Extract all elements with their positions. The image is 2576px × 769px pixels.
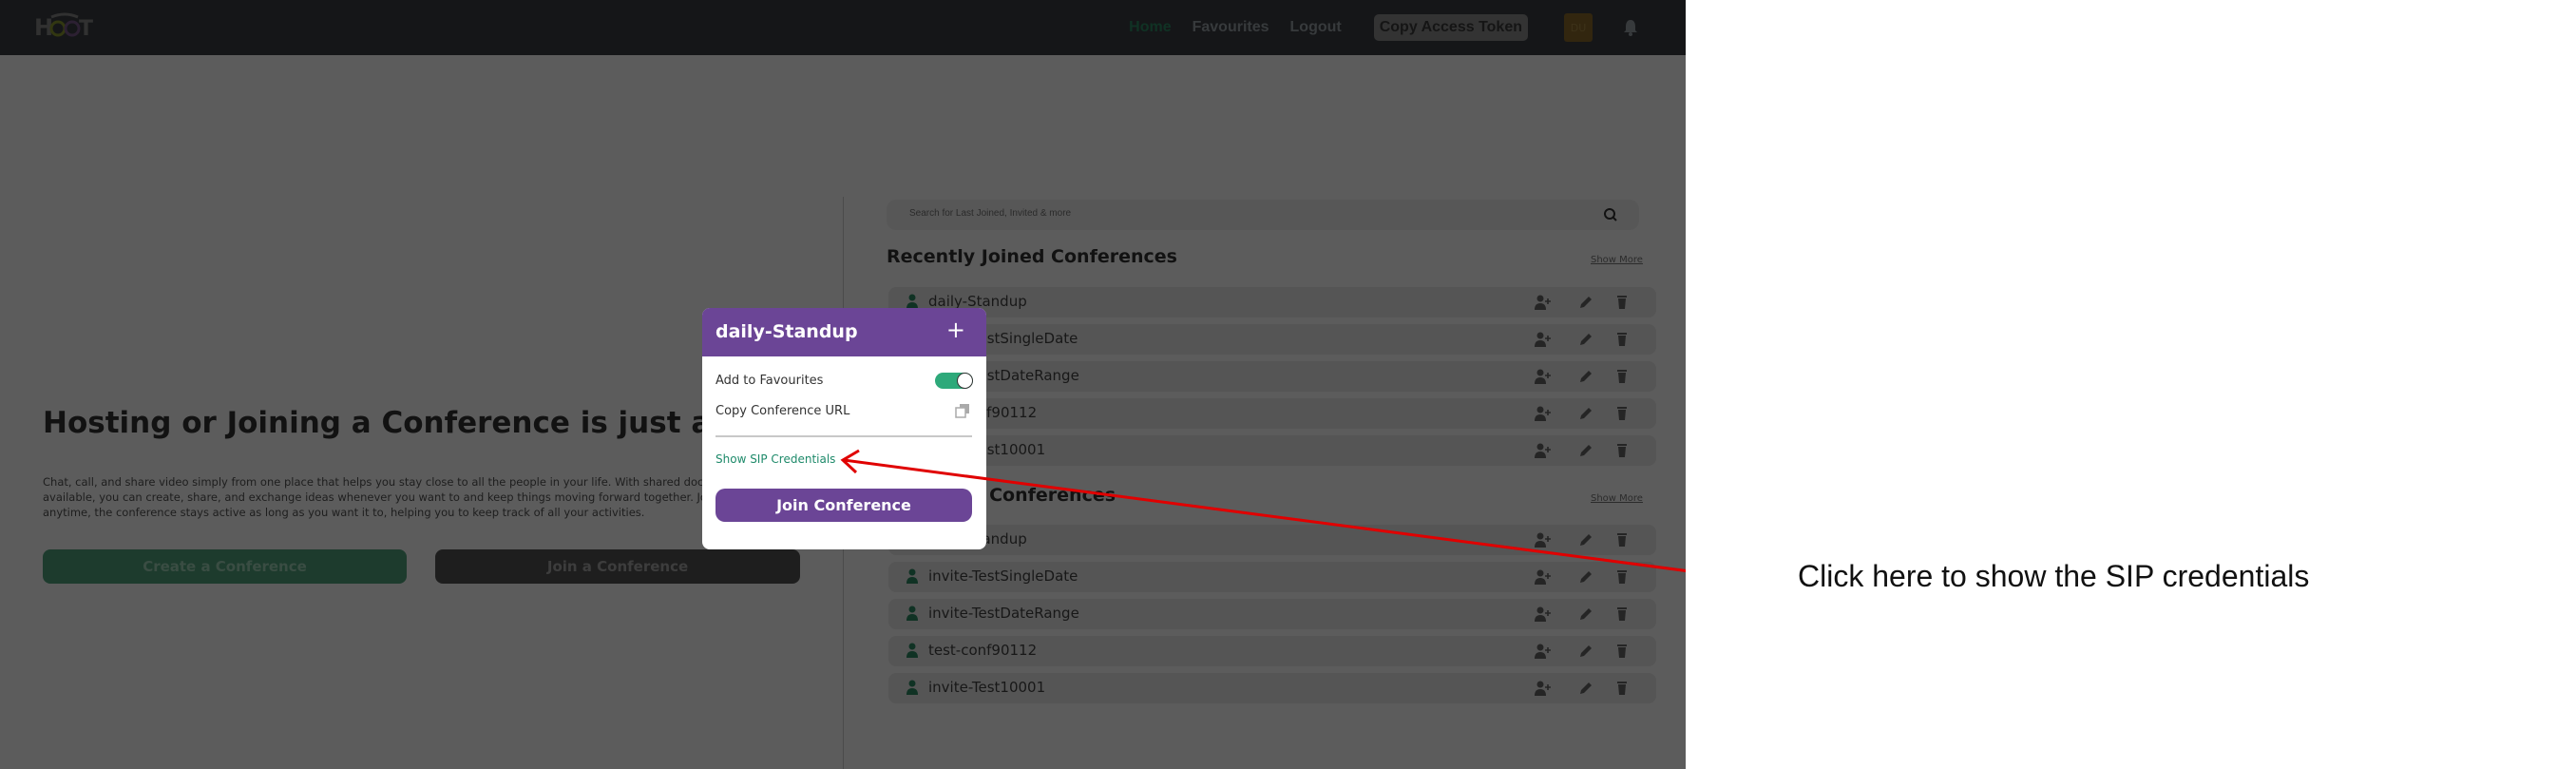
show-sip-credentials-link[interactable]: Show SIP Credentials — [716, 452, 835, 466]
annotation-text: Click here to show the SIP credentials — [1798, 559, 2310, 593]
popup-header: daily-Standup + — [702, 308, 986, 356]
hoot-app: H T Home Favourites Logout Copy Access T… — [0, 0, 1686, 769]
add-to-favourites-label: Add to Favourites — [716, 374, 824, 388]
favourites-toggle[interactable] — [935, 373, 973, 389]
conference-popup: daily-Standup + Add to Favourites Copy C… — [702, 308, 986, 549]
toggle-knob — [957, 373, 973, 389]
popup-title: daily-Standup — [716, 321, 858, 342]
close-plus-icon[interactable]: + — [946, 317, 965, 343]
join-conference-button[interactable]: Join Conference — [716, 489, 972, 522]
copy-icon[interactable] — [955, 403, 970, 418]
popup-divider — [716, 435, 972, 437]
copy-conference-url-label: Copy Conference URL — [716, 404, 850, 418]
